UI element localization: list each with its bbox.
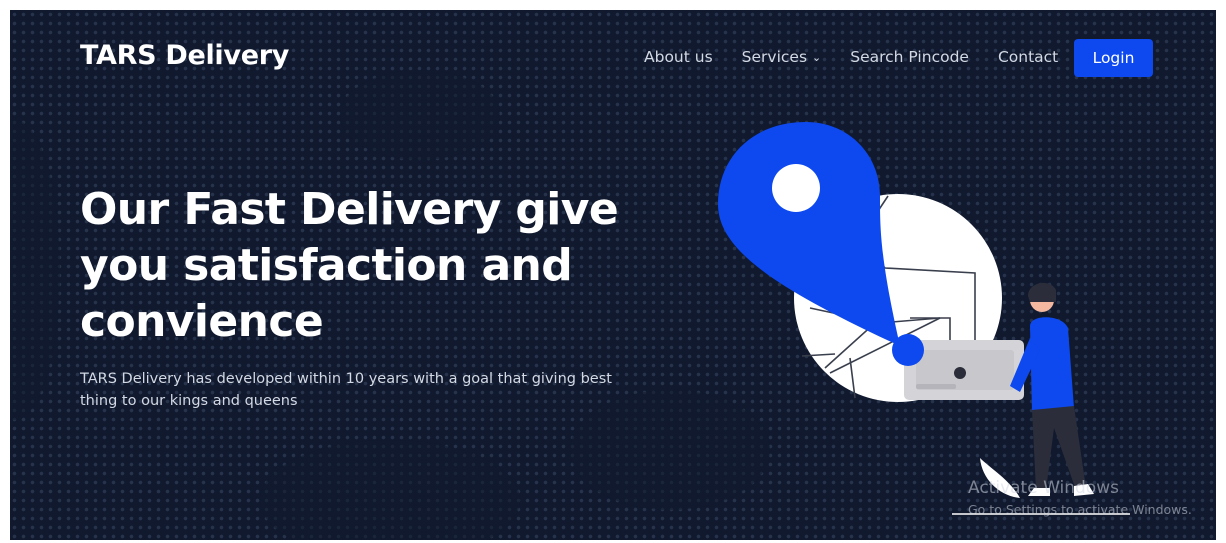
activate-windows-watermark: Activate Windows Go to Settings to activ… [968, 478, 1192, 517]
watermark-title: Activate Windows [968, 478, 1119, 498]
chevron-down-icon: ⌄ [812, 50, 822, 64]
laptop-logo [954, 367, 966, 379]
person-hair [1028, 282, 1056, 302]
laptop-strip [916, 384, 956, 389]
main-nav: About us Services ⌄ Search Pincode Contac… [644, 48, 1087, 66]
hero-section: TARS Delivery About us Services ⌄ Search … [10, 10, 1216, 540]
brand-logo[interactable]: TARS Delivery [80, 40, 289, 71]
nav-search-pincode[interactable]: Search Pincode [850, 48, 969, 66]
map-pin-courier-illustration [718, 122, 1130, 515]
nav-label: Services [741, 48, 808, 66]
nav-label: Search Pincode [850, 48, 969, 66]
nav-contact[interactable]: Contact [998, 48, 1058, 66]
nav-label: Contact [997, 48, 1059, 66]
nav-services[interactable]: Services ⌄ [742, 48, 822, 66]
login-button[interactable]: Login [1074, 39, 1153, 77]
blue-dot [892, 334, 924, 366]
pin-dot [772, 164, 820, 212]
nav-about-us[interactable]: About us [644, 48, 713, 66]
map-gap [340, 70, 500, 160]
hero-title: Our Fast Delivery give you satisfaction … [80, 184, 619, 347]
person-shirt [1030, 317, 1074, 412]
watermark-subtitle: Go to Settings to activate Windows. [968, 502, 1192, 517]
nav-label: About us [644, 48, 713, 66]
hero-subtitle: TARS Delivery has developed within 10 ye… [80, 371, 612, 409]
